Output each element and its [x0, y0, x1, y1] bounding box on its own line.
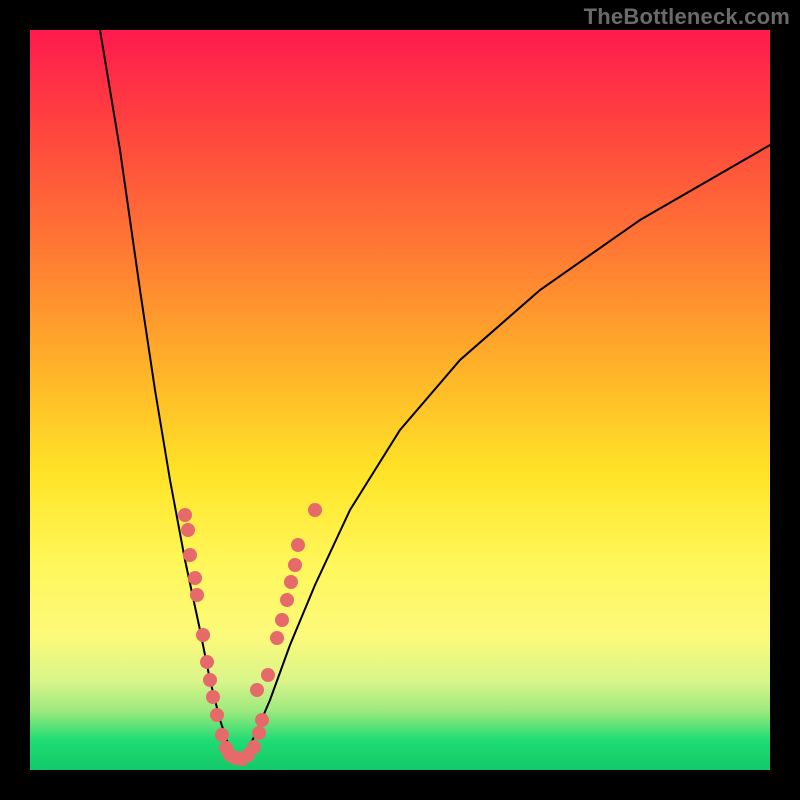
scatter-point — [210, 708, 224, 722]
scatter-point — [188, 571, 202, 585]
curve-lines — [100, 30, 770, 765]
scatter-point — [247, 740, 261, 754]
scatter-point — [255, 713, 269, 727]
scatter-point — [288, 558, 302, 572]
scatter-point — [196, 628, 210, 642]
chart-svg — [30, 30, 770, 770]
scatter-point — [284, 575, 298, 589]
curve-right-branch — [240, 145, 770, 765]
scatter-point — [275, 613, 289, 627]
scatter-point — [178, 508, 192, 522]
chart-frame: TheBottleneck.com — [0, 0, 800, 800]
scatter-points — [178, 503, 322, 766]
curve-left-branch — [100, 30, 240, 763]
watermark-text: TheBottleneck.com — [584, 4, 790, 30]
scatter-point — [308, 503, 322, 517]
plot-area — [30, 30, 770, 770]
scatter-point — [190, 588, 204, 602]
scatter-point — [206, 690, 220, 704]
scatter-point — [203, 673, 217, 687]
scatter-point — [270, 631, 284, 645]
scatter-point — [250, 683, 264, 697]
scatter-point — [291, 538, 305, 552]
scatter-point — [280, 593, 294, 607]
scatter-point — [200, 655, 214, 669]
scatter-point — [252, 726, 266, 740]
scatter-point — [183, 548, 197, 562]
scatter-point — [215, 728, 229, 742]
scatter-point — [261, 668, 275, 682]
scatter-point — [181, 523, 195, 537]
